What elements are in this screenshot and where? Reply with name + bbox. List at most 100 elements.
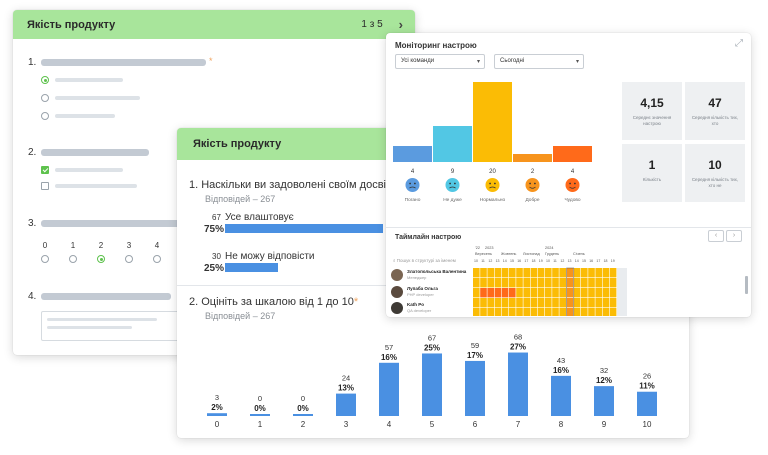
mood-face-icon <box>565 178 580 192</box>
timeline-cell <box>595 298 602 308</box>
mood-count-label: 20 <box>489 169 496 175</box>
bar-count-label: 67 <box>428 333 436 342</box>
option-bar <box>225 224 383 233</box>
checkbox-option[interactable] <box>41 182 49 190</box>
person-row[interactable]: Златопольська Валентина Менеджер <box>391 268 473 282</box>
chevron-down-icon: ▾ <box>476 59 480 65</box>
radio-option[interactable] <box>41 112 49 120</box>
required-star-icon: * <box>209 56 213 66</box>
question-number: 4. <box>28 291 37 302</box>
avatar <box>391 269 403 281</box>
timeline-cell <box>530 288 538 298</box>
timeline-cell <box>595 288 602 298</box>
timeline-cell <box>516 268 523 278</box>
mood-monitor-panel: Моніторинг настрою ⤢ Усі команди ▾ Сьогод… <box>386 33 751 317</box>
scale-radio[interactable] <box>69 255 77 263</box>
timeline-cell <box>559 268 566 278</box>
radio-option[interactable] <box>41 94 49 102</box>
mood-count-label: 4 <box>411 169 415 175</box>
scale-label: 0 <box>42 241 48 250</box>
scrollbar[interactable] <box>745 276 748 294</box>
next-button[interactable]: › <box>726 230 742 242</box>
timeline-year-label: 2023 <box>485 246 493 250</box>
timeline-day-label: 14 <box>575 259 579 263</box>
mood-bar <box>433 126 472 162</box>
timeline-cell <box>494 308 502 316</box>
question-text-placeholder <box>41 59 206 66</box>
timeline-cell <box>523 278 530 288</box>
mood-face-icon <box>445 178 460 192</box>
timeline-cell <box>588 298 595 308</box>
bar-count-label: 57 <box>385 343 393 352</box>
radio-option[interactable] <box>41 76 49 84</box>
timeline-cell <box>473 268 480 278</box>
prev-button[interactable]: ‹ <box>708 230 724 242</box>
option-percent: 25% <box>204 263 225 274</box>
survey-header: Якість продукту 1 з 5 › <box>13 10 415 39</box>
question-2-title: 2. Оцініть за шкалою від 1 до 10* <box>189 296 359 308</box>
checkbox-option[interactable] <box>41 166 49 174</box>
expand-icon[interactable]: ⤢ <box>735 38 743 49</box>
timeline-day-label: 11 <box>481 259 485 263</box>
rating-bar <box>465 360 485 416</box>
scale-label: 2 <box>98 241 104 250</box>
bar-percent-label: 2% <box>211 403 223 412</box>
mood-count-label: 4 <box>571 169 575 175</box>
scale-radio[interactable] <box>153 255 161 263</box>
bar-count-label: 26 <box>643 372 651 381</box>
chevron-right-icon[interactable]: › <box>399 17 403 32</box>
timeline-cell <box>552 278 559 288</box>
timeline-month-label: Вересень <box>475 252 492 256</box>
question-1-responses: Відповідей – 267 <box>205 194 276 204</box>
timeline-day-label: 15 <box>510 259 514 263</box>
timeline-cell <box>588 288 595 298</box>
mood-face-icon <box>405 178 420 192</box>
bar-percent-label: 0% <box>297 404 309 413</box>
scale-radio[interactable] <box>97 255 105 263</box>
timeline-cell <box>480 288 487 298</box>
team-select[interactable]: Усі команди ▾ <box>395 54 485 69</box>
scale-radio[interactable] <box>41 255 49 263</box>
rating-bar <box>293 414 313 416</box>
option-label: Не можу відповісти <box>225 251 315 262</box>
timeline-cell <box>537 308 545 316</box>
bar-percent-label: 17% <box>467 351 483 360</box>
scale-radio[interactable] <box>125 255 133 263</box>
timeline-cell <box>588 268 595 278</box>
scale-label: 1 <box>70 241 76 250</box>
timeline-day-label: 13 <box>568 259 572 263</box>
rating-bar <box>594 386 614 416</box>
timeline-search[interactable]: ⌕ Пошук в структурі за іменем <box>393 258 471 263</box>
timeline-cell <box>602 288 610 298</box>
timeline-cell <box>573 278 581 288</box>
mood-bar <box>393 146 432 162</box>
timeline-cell <box>559 278 566 288</box>
bar-percent-label: 0% <box>254 404 266 413</box>
timeline-cell <box>501 298 509 308</box>
bar-count-label: 0 <box>258 394 262 403</box>
person-row[interactable]: Kath Po QA developer <box>391 301 473 315</box>
mood-bar <box>513 154 552 162</box>
timeline-cell <box>509 278 516 288</box>
x-tick-label: 4 <box>387 420 392 429</box>
timeline-day-label: 15 <box>582 259 586 263</box>
timeline-year-label: 2024 <box>545 246 553 250</box>
timeline-month-label: Листопад <box>523 252 540 256</box>
timeline-cell <box>581 308 588 316</box>
rating-bar <box>422 353 442 416</box>
timeline-cell <box>581 288 588 298</box>
timeline-cell <box>530 278 538 288</box>
timeline-day-label: 12 <box>488 259 492 263</box>
bar-percent-label: 12% <box>596 376 612 385</box>
answer-textarea[interactable] <box>41 311 191 341</box>
timeline-day-label: 18 <box>532 259 536 263</box>
mood-category-label: Добре <box>525 197 539 203</box>
timeline-day-label: 16 <box>589 259 593 263</box>
period-select[interactable]: Сьогодні ▾ <box>494 54 584 69</box>
timeline-cell <box>581 268 588 278</box>
timeline-cell <box>473 308 480 316</box>
timeline-year-label: '22 <box>475 246 480 250</box>
person-row[interactable]: Лупаба Ольга PHP developer <box>391 285 473 299</box>
timeline-cell <box>559 308 566 316</box>
timeline-month-label: Січень <box>573 252 585 256</box>
